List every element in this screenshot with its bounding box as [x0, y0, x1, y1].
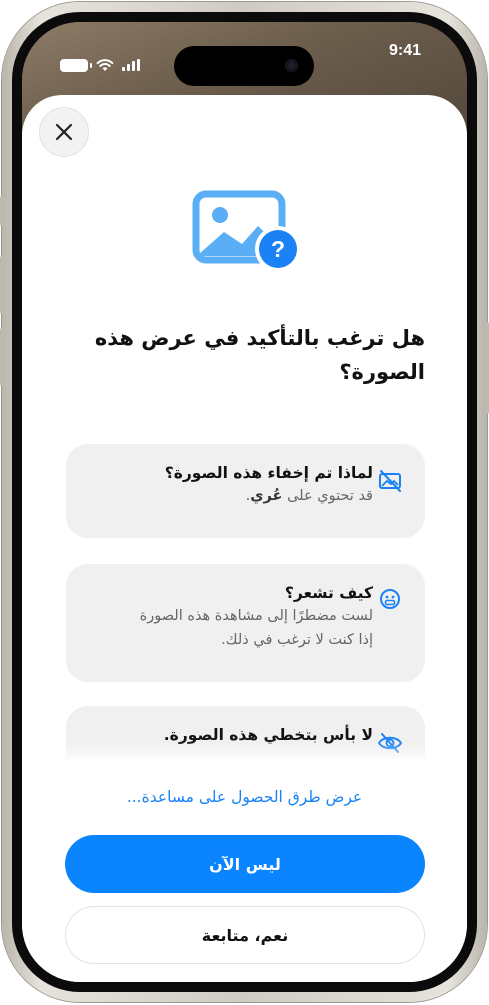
card-body-bold: عُري: [250, 488, 283, 504]
continue-button[interactable]: نعم، متابعة: [65, 906, 425, 964]
page-title: هل ترغب بالتأكيد في عرض هذه الصورة؟: [94, 326, 425, 384]
card-body: لست مضطرًا إلى مشاهدة هذه الصورة إذا كنت…: [139, 608, 373, 648]
camera-icon: [285, 59, 298, 72]
card-body-prefix: قد تحتوي على: [282, 488, 373, 504]
not-now-button[interactable]: ليس الآن: [65, 835, 425, 893]
dynamic-island: [174, 46, 314, 86]
hidden-photo-icon: [379, 470, 401, 492]
info-card-how-feel: كيف تشعر؟ لست مضطرًا إلى مشاهدة هذه الصو…: [66, 564, 425, 682]
eye-slash-icon: [377, 733, 403, 753]
side-button: [485, 322, 489, 414]
action-footer: عرض طرق الحصول على مساعدة... ليس الآن نع…: [22, 759, 467, 982]
close-button[interactable]: [39, 107, 89, 157]
info-card-why-hidden: لماذا تم إخفاء هذه الصورة؟ قد تحتوي على …: [66, 444, 425, 538]
sensitive-content-sheet: ? هل ترغب بالتأكيد في عرض هذه الصورة؟ لم…: [22, 95, 467, 982]
status-icons: [60, 58, 140, 72]
card-heading: كيف تشعر؟: [284, 584, 373, 602]
photo-question-icon: ?: [192, 190, 301, 272]
screen: 9:41 ? هل ترغب بالتأكيد في عرض هذه الصور…: [22, 22, 467, 982]
signal-icon: [122, 59, 140, 71]
help-link[interactable]: عرض طرق الحصول على مساعدة...: [22, 788, 467, 806]
battery-icon: [60, 58, 92, 72]
face-icon: [380, 589, 400, 609]
volume-down-button: [0, 328, 4, 386]
card-heading: لماذا تم إخفاء هذه الصورة؟: [164, 464, 373, 482]
card-body: قد تحتوي على عُري.: [82, 484, 373, 508]
volume-up-button: [0, 256, 4, 314]
action-button: [0, 196, 4, 226]
svg-text:?: ?: [271, 236, 285, 262]
close-icon: [55, 123, 73, 141]
status-time: 9:41: [388, 42, 421, 59]
status-bar: 9:41: [22, 36, 467, 86]
card-heading: لا بأس بتخطي هذه الصورة.: [163, 726, 373, 744]
wifi-icon: [96, 59, 114, 71]
